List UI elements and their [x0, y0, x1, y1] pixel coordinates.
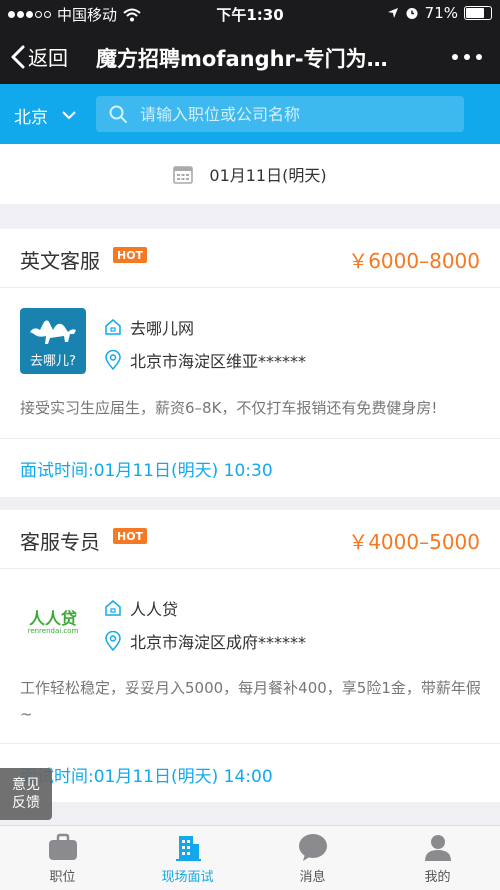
- home-icon: [105, 600, 121, 616]
- company-logo: 去哪儿?: [20, 308, 86, 374]
- status-right: 71%: [387, 4, 492, 22]
- triangle-down-icon: [62, 111, 76, 120]
- briefcase-icon: [48, 833, 77, 860]
- feedback-button[interactable]: 意见 反馈: [0, 768, 52, 820]
- company-address: 北京市海淀区维亚******: [130, 352, 307, 371]
- hot-badge: HOT: [113, 247, 148, 263]
- tab-jobs[interactable]: 职位: [0, 826, 125, 890]
- battery-percent: 71%: [424, 4, 458, 22]
- back-label: 返回: [28, 46, 68, 70]
- nav-bar: 返回 魔方招聘mofanghr-专门为…: [0, 28, 500, 84]
- date-selector[interactable]: 01月11日(明天): [0, 144, 500, 204]
- location-pin-icon: [105, 350, 121, 370]
- more-dot: [464, 54, 470, 60]
- status-bar: 中国移动 下午1:30 71%: [0, 0, 500, 28]
- page-title: 魔方招聘mofanghr-专门为…: [96, 47, 388, 71]
- job-card-header: 客服专员 HOT ￥4000–5000: [0, 510, 500, 569]
- building-icon: [175, 836, 201, 861]
- address-row: 北京市海淀区维亚******: [104, 348, 306, 372]
- job-description: 接受实习生应届生，薪资6–8K，不仅打车报销还有免费健身房!: [20, 399, 438, 417]
- chevron-left-icon: [11, 45, 25, 68]
- tab-label: 现场面试: [161, 870, 214, 885]
- tab-onsite-interview[interactable]: 现场面试: [125, 826, 250, 890]
- logo-subtext: renrendai.com: [27, 627, 79, 635]
- calendar-icon: [173, 166, 194, 184]
- tab-label: 消息: [299, 870, 326, 885]
- job-description: 工作轻松稳定，妥妥月入5000，每月餐补400，享5险1金，带薪年假~: [20, 679, 481, 723]
- user-icon: [424, 835, 451, 861]
- company-row: 人人贷: [104, 596, 178, 620]
- job-card-header: 英文客服 HOT ￥6000–8000: [0, 229, 500, 288]
- search-input[interactable]: [138, 103, 452, 125]
- company-row: 去哪儿网: [104, 315, 194, 339]
- hot-badge: HOT: [113, 528, 148, 544]
- message-icon: [298, 834, 327, 861]
- tab-mine[interactable]: 我的: [375, 826, 500, 890]
- logo-text: 人人贷: [28, 609, 77, 628]
- city-selector[interactable]: 北京: [14, 103, 76, 128]
- search-bar: 北京: [0, 84, 500, 144]
- location-pin-icon: [105, 631, 121, 651]
- job-card[interactable]: 英文客服 HOT ￥6000–8000 去哪儿? 去哪儿网 北京市海淀区维亚**…: [0, 229, 500, 497]
- date-label: 01月11日(明天): [209, 166, 327, 185]
- city-label: 北京: [14, 108, 48, 128]
- job-title: 客服专员: [20, 530, 100, 554]
- salary: ￥4000–5000: [348, 530, 480, 554]
- back-button[interactable]: 返回: [10, 42, 68, 71]
- more-options-button[interactable]: [452, 54, 482, 60]
- battery-icon: [464, 6, 492, 20]
- tab-bar: 职位 现场面试 消息 我的: [0, 825, 500, 890]
- company-address: 北京市海淀区成府******: [130, 633, 307, 652]
- feedback-line2: 反馈: [12, 795, 40, 811]
- location-arrow-icon: [387, 8, 398, 18]
- company-name: 去哪儿网: [130, 319, 195, 338]
- company-name: 人人贷: [130, 600, 179, 619]
- job-title: 英文客服: [20, 249, 100, 273]
- search-icon: [109, 105, 127, 123]
- tab-label: 职位: [49, 870, 76, 885]
- tab-messages[interactable]: 消息: [250, 826, 375, 890]
- card-divider: [0, 743, 500, 744]
- interview-time: 面试时间:01月11日(明天) 14:00: [20, 767, 273, 787]
- job-card[interactable]: 客服专员 HOT ￥4000–5000 人人贷 renrendai.com 人人…: [0, 510, 500, 802]
- feedback-line1: 意见: [12, 777, 40, 793]
- address-row: 北京市海淀区成府******: [104, 629, 306, 653]
- more-dot: [452, 54, 458, 60]
- logo-text: 去哪儿?: [30, 354, 76, 369]
- card-divider: [0, 438, 500, 439]
- tab-label: 我的: [424, 870, 451, 885]
- interview-time: 面试时间:01月11日(明天) 10:30: [20, 461, 273, 481]
- company-logo: 人人贷 renrendai.com: [20, 589, 86, 655]
- alarm-icon: [406, 8, 418, 19]
- more-dot: [476, 54, 482, 60]
- salary: ￥6000–8000: [348, 249, 480, 273]
- search-box[interactable]: [96, 96, 464, 132]
- home-icon: [105, 319, 121, 335]
